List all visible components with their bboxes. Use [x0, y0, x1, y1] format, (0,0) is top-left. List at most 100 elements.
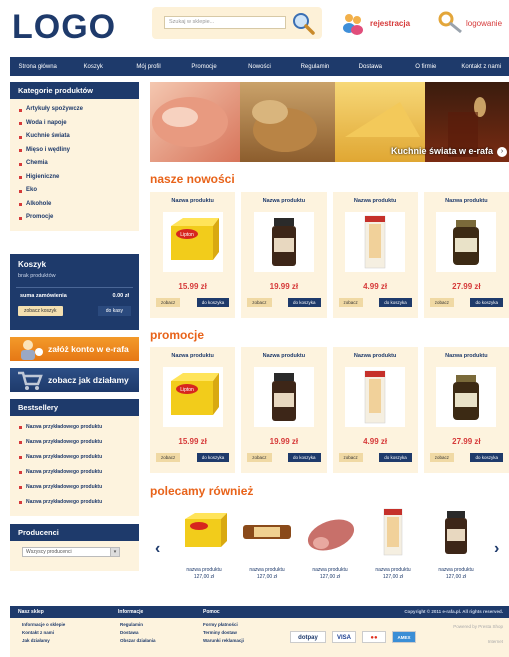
nav-item[interactable]: Regulamin	[287, 64, 342, 70]
chevron-left-icon[interactable]: ‹	[155, 540, 160, 558]
recommended-item[interactable]: nazwa produktu 127,00 zł	[365, 505, 421, 580]
logo[interactable]: LOGO	[12, 8, 116, 47]
product-name[interactable]: Nazwa produktu	[241, 347, 326, 359]
product-image-pasta-pack[interactable]	[345, 367, 406, 427]
recommended-name: nazwa produktu	[312, 567, 348, 573]
view-button[interactable]: zobacz	[247, 298, 272, 307]
view-button[interactable]: zobacz	[429, 298, 455, 307]
add-to-cart-button[interactable]: do koszyka	[287, 298, 321, 307]
footer-link[interactable]: Obszar działania	[120, 638, 156, 646]
category-item[interactable]: Artykuły spożywcze	[10, 103, 139, 117]
bestseller-item[interactable]: Nazwa przykładowego produktu	[10, 495, 139, 510]
product-name[interactable]: Nazwa produktu	[424, 192, 509, 204]
product-image-coffee-jar[interactable]	[253, 367, 314, 427]
add-to-cart-button[interactable]: do koszyka	[287, 453, 321, 462]
category-item[interactable]: Promocje	[10, 211, 139, 225]
nav-item[interactable]: O firmie	[398, 64, 453, 70]
nav-item[interactable]: Dostawa	[343, 64, 398, 70]
view-cart-button[interactable]: zobacz koszyk	[18, 306, 63, 316]
footer-link[interactable]: Informacje o sklepie	[22, 622, 65, 630]
product-image-pasta-pack[interactable]	[366, 505, 420, 559]
view-button[interactable]: zobacz	[429, 453, 455, 462]
footer-link[interactable]: Regulamin	[120, 622, 156, 630]
how-we-work-button[interactable]: zobacz jak działamy	[10, 368, 139, 392]
product-name[interactable]: Nazwa produktu	[241, 192, 326, 204]
category-item[interactable]: Higieniczne	[10, 171, 139, 185]
product-card[interactable]: Nazwa produktu Lipton 15.99 zł zobacz do…	[150, 347, 236, 473]
recommended-item[interactable]: nazwa produktu 127,00 zł	[428, 505, 484, 580]
product-image-sauce-jar[interactable]	[436, 367, 497, 427]
add-to-cart-button[interactable]: do koszyka	[470, 453, 503, 462]
product-image-coffee-jar[interactable]	[429, 505, 483, 559]
product-name[interactable]: Nazwa produktu	[424, 347, 509, 359]
view-button[interactable]: zobacz	[156, 453, 181, 462]
category-item[interactable]: Woda i napoje	[10, 117, 139, 131]
footer-link[interactable]: Warunki reklamacji	[203, 638, 244, 646]
footer-link[interactable]: Jak działamy	[22, 638, 65, 646]
hero-banner[interactable]: Kuchnie świata w e-rafa ›	[150, 82, 509, 162]
product-image-salami[interactable]	[303, 505, 357, 559]
recommended-item[interactable]: nazwa produktu 127,00 zł	[176, 505, 232, 580]
category-item[interactable]: Kuchnie świata	[10, 130, 139, 144]
view-button[interactable]: zobacz	[338, 298, 363, 307]
add-to-cart-button[interactable]: do koszyka	[196, 298, 230, 307]
categories-panel: Kategorie produktów Artykuły spożywcze W…	[10, 82, 139, 231]
nav-item[interactable]: Strona główna	[10, 64, 65, 70]
category-item[interactable]: Eko	[10, 184, 139, 198]
bestseller-item[interactable]: Nazwa przykładowego produktu	[10, 420, 139, 435]
product-image-wafer[interactable]	[240, 505, 294, 559]
chevron-right-icon[interactable]: ›	[494, 540, 499, 558]
add-to-cart-button[interactable]: do koszyka	[379, 298, 412, 307]
product-card[interactable]: Nazwa produktu 4.99 zł zobacz do koszyka	[332, 347, 418, 473]
producers-select[interactable]: Wszyscy producenci ▾	[22, 547, 120, 557]
bestseller-item[interactable]: Nazwa przykładowego produktu	[10, 450, 139, 465]
bestseller-item[interactable]: Nazwa przykładowego produktu	[10, 480, 139, 495]
bestseller-item[interactable]: Nazwa przykładowego produktu	[10, 465, 139, 480]
chevron-right-icon[interactable]: ›	[497, 147, 507, 157]
product-card[interactable]: Nazwa produktu 27.99 zł zobacz do koszyk…	[423, 347, 509, 473]
product-image-pasta-pack[interactable]	[345, 212, 406, 272]
product-name[interactable]: Nazwa produktu	[333, 347, 418, 359]
nav-item[interactable]: Nowości	[232, 64, 287, 70]
bestseller-item[interactable]: Nazwa przykładowego produktu	[10, 435, 139, 450]
product-card[interactable]: Nazwa produktu 27.99 zł zobacz do koszyk…	[423, 192, 509, 318]
register-link[interactable]: rejestracja	[338, 10, 420, 36]
product-image-sauce-jar[interactable]	[436, 212, 497, 272]
product-card[interactable]: Nazwa produktu 19.99 zł zobacz do koszyk…	[241, 192, 327, 318]
category-item[interactable]: Chemia	[10, 157, 139, 171]
create-account-button[interactable]: załóż konto w e-rafa	[10, 337, 139, 361]
nav-item[interactable]: Koszyk	[65, 64, 120, 70]
view-button[interactable]: zobacz	[247, 453, 272, 462]
footer-link[interactable]: Kontakt z nami	[22, 630, 65, 638]
login-link[interactable]: logowanie	[436, 10, 509, 36]
footer-link[interactable]: Formy płatności	[203, 622, 244, 630]
product-image-tea-box[interactable]: Lipton	[162, 212, 223, 272]
search-icon[interactable]	[291, 11, 315, 35]
add-to-cart-button[interactable]: do koszyka	[470, 298, 503, 307]
add-to-cart-button[interactable]: do koszyka	[379, 453, 412, 462]
footer-link[interactable]: Terminy dostaw	[203, 630, 244, 638]
product-image-tea-box[interactable]: Lipton	[162, 367, 223, 427]
product-card[interactable]: Nazwa produktu 4.99 zł zobacz do koszyka	[332, 192, 418, 318]
product-name[interactable]: Nazwa produktu	[150, 347, 235, 359]
checkout-button[interactable]: do kasy	[97, 306, 131, 316]
nav-item[interactable]: Promocje	[176, 64, 231, 70]
search-input[interactable]: Szukaj w sklepie...	[164, 16, 286, 29]
view-button[interactable]: zobacz	[156, 298, 181, 307]
cart-sum-value: 0.00 zł	[112, 293, 129, 299]
product-card[interactable]: Nazwa produktu Lipton 15.99 zł zobacz do…	[150, 192, 236, 318]
nav-item[interactable]: Mój profil	[121, 64, 176, 70]
product-name[interactable]: Nazwa produktu	[150, 192, 235, 204]
footer-link[interactable]: Dostawa	[120, 630, 156, 638]
product-name[interactable]: Nazwa produktu	[333, 192, 418, 204]
view-button[interactable]: zobacz	[338, 453, 363, 462]
recommended-item[interactable]: nazwa produktu 127,00 zł	[302, 505, 358, 580]
category-item[interactable]: Alkohole	[10, 198, 139, 212]
product-image-tea-box[interactable]	[177, 505, 231, 559]
product-card[interactable]: Nazwa produktu 19.99 zł zobacz do koszyk…	[241, 347, 327, 473]
add-to-cart-button[interactable]: do koszyka	[196, 453, 230, 462]
recommended-item[interactable]: nazwa produktu 127,00 zł	[239, 505, 295, 580]
product-image-coffee-jar[interactable]	[253, 212, 314, 272]
category-item[interactable]: Mięso i wędliny	[10, 144, 139, 158]
nav-item[interactable]: Kontakt z nami	[454, 64, 509, 70]
